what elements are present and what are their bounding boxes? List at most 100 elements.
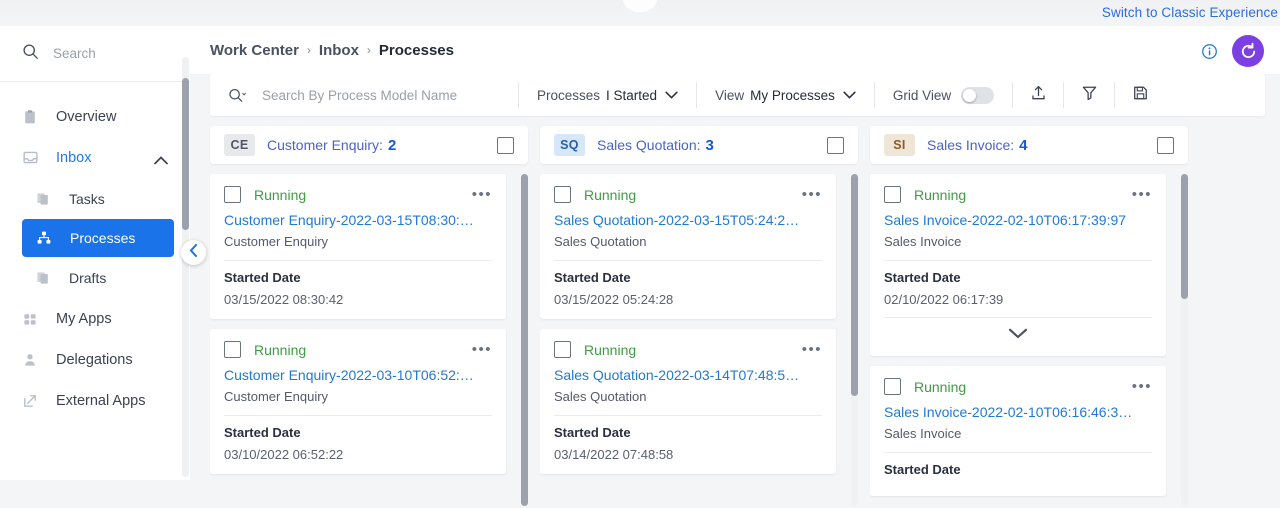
- switch-to-classic-link[interactable]: Switch to Classic Experience: [1102, 5, 1278, 20]
- card-more-menu[interactable]: •••: [802, 187, 822, 202]
- column-header: SQ Sales Quotation: 3: [540, 126, 858, 164]
- card-more-menu[interactable]: •••: [472, 342, 492, 357]
- filter-button[interactable]: [1064, 74, 1114, 116]
- sidebar-search-placeholder: Search: [53, 46, 96, 61]
- search-input[interactable]: Search By Process Model Name: [210, 74, 518, 116]
- card-field-label: Started Date: [224, 270, 301, 285]
- chevron-up-icon[interactable]: [154, 152, 168, 170]
- process-card[interactable]: Running ••• Sales Quotation-2022-03-14T0…: [540, 329, 836, 474]
- search-placeholder: Search By Process Model Name: [262, 87, 458, 103]
- breadcrumb-item-processes[interactable]: Processes: [379, 42, 454, 59]
- process-card[interactable]: Running ••• Sales Invoice-2022-02-10T06:…: [870, 366, 1166, 496]
- column-scrollbar-thumb[interactable]: [851, 174, 858, 396]
- breadcrumb-item-inbox[interactable]: Inbox: [319, 42, 359, 59]
- process-card[interactable]: Running ••• Sales Invoice-2022-02-10T06:…: [870, 174, 1166, 356]
- main-area: Work Center › Inbox › Processes Search B…: [190, 26, 1280, 508]
- chevron-down-icon: [665, 91, 678, 99]
- card-more-menu[interactable]: •••: [472, 187, 492, 202]
- column-scrollbar-thumb[interactable]: [1181, 174, 1188, 299]
- sidebar-collapse-button[interactable]: [181, 240, 206, 265]
- top-strip: Switch to Classic Experience: [0, 0, 1280, 26]
- sidebar-item-my-apps[interactable]: My Apps: [0, 298, 190, 339]
- breadcrumb: Work Center › Inbox › Processes: [210, 42, 454, 59]
- save-icon: [1132, 84, 1149, 107]
- sidebar-item-drafts[interactable]: Drafts: [0, 257, 190, 298]
- card-title-link[interactable]: Sales Quotation-2022-03-14T07:48:5…: [554, 367, 822, 383]
- column-title: Sales Invoice:: [927, 137, 1015, 153]
- card-divider: [224, 415, 492, 416]
- process-card[interactable]: Running ••• Sales Quotation-2022-03-15T0…: [540, 174, 836, 319]
- grid-view-label: Grid View: [892, 87, 952, 103]
- sidebar-item-inbox[interactable]: Inbox: [0, 137, 190, 178]
- sidebar-item-overview[interactable]: Overview: [0, 96, 190, 137]
- sidebar-item-label: External Apps: [56, 392, 146, 409]
- column-select-all-checkbox[interactable]: [497, 136, 514, 154]
- card-status: Running: [584, 186, 637, 203]
- app-root: Switch to Classic Experience Search Over…: [0, 0, 1280, 508]
- search-dropdown-icon[interactable]: [228, 87, 248, 104]
- card-checkbox[interactable]: [884, 378, 901, 395]
- hierarchy-icon: [36, 230, 56, 246]
- sidebar-item-processes[interactable]: Processes: [22, 219, 174, 257]
- card-checkbox[interactable]: [224, 341, 241, 358]
- info-icon[interactable]: [1201, 43, 1218, 60]
- card-checkbox[interactable]: [224, 186, 241, 203]
- person-icon: [22, 352, 42, 368]
- search-icon: [22, 43, 39, 65]
- grid-icon: [22, 311, 42, 327]
- card-field-label: Started Date: [554, 425, 631, 440]
- card-more-menu[interactable]: •••: [802, 342, 822, 357]
- sidebar-item-external-apps[interactable]: External Apps: [0, 380, 190, 421]
- card-subtitle: Sales Quotation: [554, 234, 647, 249]
- card-field-label: Started Date: [884, 270, 961, 285]
- sidebar-nav: Overview Inbox Tasks Processes Drafts My…: [0, 82, 190, 421]
- column-count: 3: [705, 136, 714, 154]
- sidebar-search[interactable]: Search: [0, 26, 190, 82]
- card-subtitle: Customer Enquiry: [224, 389, 329, 404]
- processes-filter-dropdown[interactable]: Processes I Started: [519, 74, 696, 116]
- card-title-link[interactable]: Customer Enquiry-2022-03-15T08:30:…: [224, 212, 492, 228]
- column-badge: CE: [224, 134, 255, 156]
- card-checkbox[interactable]: [554, 186, 571, 203]
- column-select-all-checkbox[interactable]: [1157, 136, 1174, 154]
- card-subtitle: Sales Invoice: [884, 426, 962, 441]
- breadcrumb-item-work-center[interactable]: Work Center: [210, 42, 299, 59]
- column-scrollbar-thumb[interactable]: [521, 174, 528, 506]
- card-title-link[interactable]: Customer Enquiry-2022-03-10T06:52:…: [224, 367, 492, 383]
- card-more-menu[interactable]: •••: [1132, 187, 1152, 202]
- card-checkbox[interactable]: [554, 341, 571, 358]
- refresh-button[interactable]: [1232, 35, 1264, 67]
- documents-icon: [35, 191, 55, 207]
- grid-view-toggle[interactable]: [961, 86, 995, 104]
- card-subtitle: Sales Quotation: [554, 389, 647, 404]
- view-filter-dropdown[interactable]: View My Processes: [697, 74, 874, 116]
- card-subtitle: Customer Enquiry: [224, 234, 329, 249]
- card-title-link[interactable]: Sales Quotation-2022-03-15T05:24:2…: [554, 212, 822, 228]
- toggle-knob: [963, 88, 977, 102]
- card-divider: [554, 260, 822, 261]
- column-badge: SI: [884, 134, 915, 156]
- card-title-link[interactable]: Sales Invoice-2022-02-10T06:16:46:3…: [884, 404, 1152, 420]
- column-sales-invoice: SI Sales Invoice: 4 Running ••• Sales In…: [870, 126, 1188, 506]
- process-card[interactable]: Running ••• Customer Enquiry-2022-03-10T…: [210, 329, 506, 474]
- process-card[interactable]: Running ••• Customer Enquiry-2022-03-15T…: [210, 174, 506, 319]
- upload-button[interactable]: [1013, 74, 1063, 116]
- clipboard-icon: [22, 109, 42, 125]
- card-status: Running: [254, 186, 307, 203]
- card-title-link[interactable]: Sales Invoice-2022-02-10T06:17:39:97: [884, 212, 1152, 228]
- card-field-label: Started Date: [554, 270, 631, 285]
- card-expand-button[interactable]: [884, 318, 1152, 344]
- save-button[interactable]: [1115, 74, 1165, 116]
- card-checkbox[interactable]: [884, 186, 901, 203]
- documents-icon: [35, 270, 55, 286]
- card-status: Running: [254, 341, 307, 358]
- sidebar-item-tasks[interactable]: Tasks: [0, 178, 190, 219]
- grid-view-toggle-group[interactable]: Grid View: [875, 74, 1012, 116]
- card-field-label: Started Date: [224, 425, 301, 440]
- sidebar-item-delegations[interactable]: Delegations: [0, 339, 190, 380]
- sidebar-scrollbar-thumb[interactable]: [182, 78, 189, 230]
- column-select-all-checkbox[interactable]: [827, 136, 844, 154]
- toolbar: Search By Process Model Name Processes I…: [210, 74, 1265, 116]
- card-more-menu[interactable]: •••: [1132, 379, 1152, 394]
- sidebar-item-label: My Apps: [56, 310, 112, 327]
